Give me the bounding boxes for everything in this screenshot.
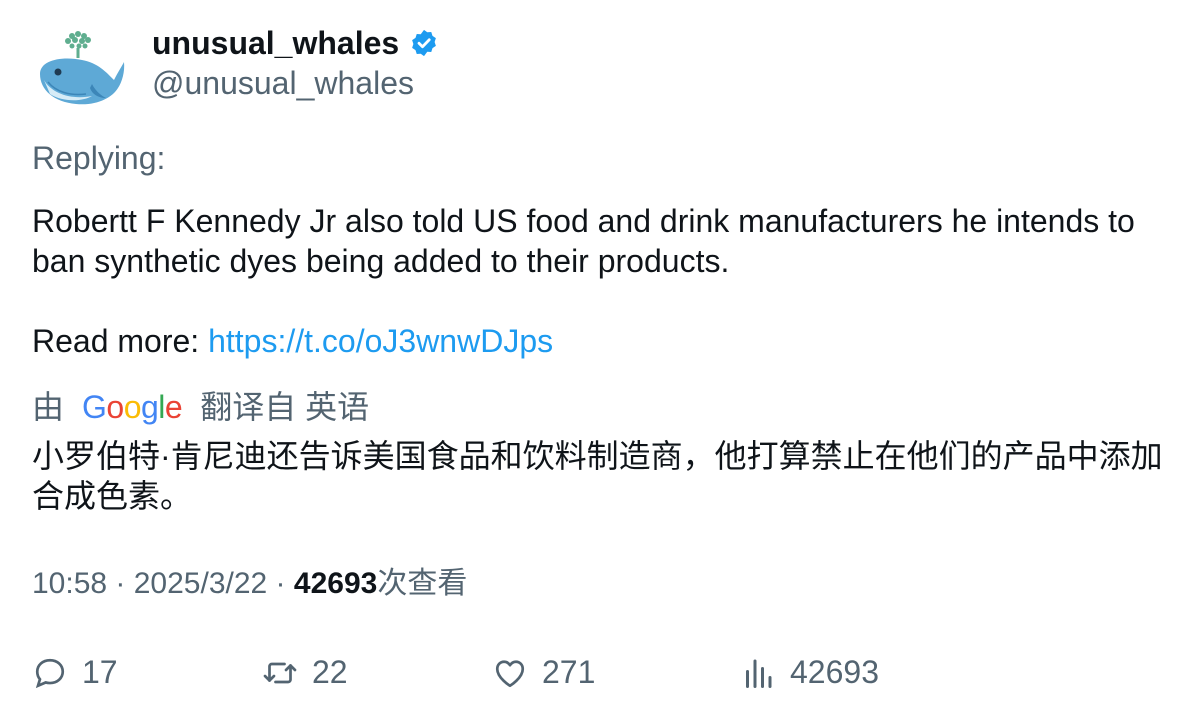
reply-button[interactable]: 17 (32, 654, 118, 691)
views-button[interactable]: 42693 (740, 654, 879, 691)
heart-icon (495, 659, 525, 687)
retweet-button[interactable]: 22 (262, 654, 348, 691)
analytics-icon (746, 659, 772, 688)
translation-from-label[interactable]: 翻译自 英语 (200, 386, 369, 428)
tweet-text: Robertt F Kennedy Jr also told US food a… (32, 203, 1144, 279)
author-handle[interactable]: @unusual_whales (152, 64, 439, 102)
retweet-count: 22 (312, 654, 348, 690)
translation-by-label: 由 (32, 389, 65, 425)
meta-separator: · (267, 567, 294, 600)
views-count: 42693 (790, 654, 879, 690)
google-logo: Google (82, 389, 183, 425)
verified-badge-icon[interactable] (409, 28, 439, 58)
meta-separator: · (107, 567, 134, 600)
reply-icon (35, 658, 65, 688)
read-more-label: Read more: (32, 323, 209, 359)
tweet-link[interactable]: https://t.co/oJ3wnwDJps (208, 323, 553, 359)
reply-count: 17 (82, 654, 118, 690)
view-count-label: 次查看 (377, 567, 468, 600)
translated-text: 小罗伯特·肯尼迪还告诉美国食品和饮料制造商，他打算禁止在他们的产品中添加合成色素… (32, 438, 1163, 514)
like-count: 271 (542, 654, 596, 690)
author-display-name[interactable]: unusual_whales (152, 24, 399, 62)
whale-icon (40, 31, 125, 105)
translation-attribution: 由 Google 翻译自 英语 (32, 386, 369, 428)
retweet-icon (263, 662, 297, 683)
tweet-meta: 10:58 · 2025/3/22 · 42693次查看 (32, 564, 467, 604)
action-bar: 17 22 271 42693 (0, 648, 1196, 696)
tweet-date[interactable]: 2025/3/22 (134, 567, 267, 600)
tweet-time[interactable]: 10:58 (32, 567, 107, 600)
replying-label: Replying: (32, 140, 166, 176)
read-more-line: Read more: https://t.co/oJ3wnwDJps (32, 321, 553, 361)
view-count: 42693 (293, 567, 378, 600)
like-button[interactable]: 271 (492, 654, 595, 691)
avatar[interactable] (32, 22, 128, 118)
tweet-header: unusual_whales @unusual_whales (32, 22, 439, 118)
